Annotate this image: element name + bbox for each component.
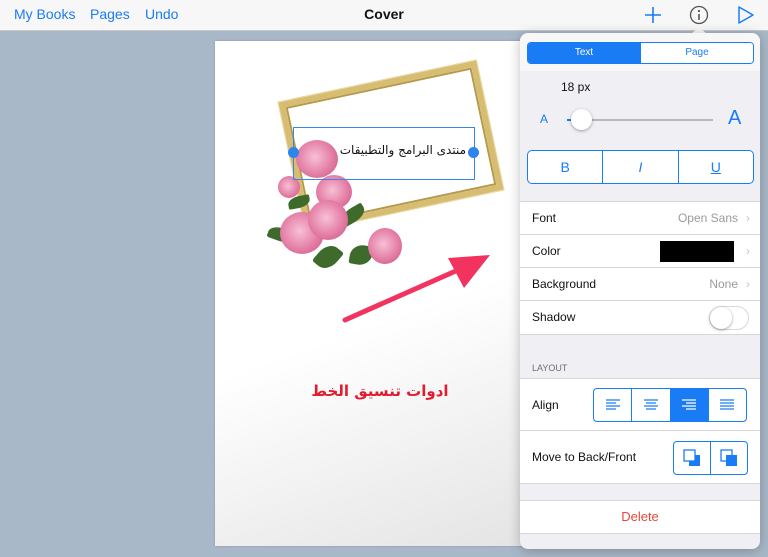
color-swatch [660, 241, 734, 262]
annotation-caption: ادوات تنسيق الخط [311, 382, 449, 400]
right-resize-handle[interactable] [468, 147, 479, 158]
font-row[interactable]: Font Open Sans › [520, 201, 760, 235]
font-value: Open Sans [677, 211, 738, 225]
text-style-segment: B I U [527, 150, 754, 184]
size-large-label: A [728, 107, 742, 129]
delete-row[interactable]: Delete [520, 500, 760, 534]
shadow-label: Shadow [532, 310, 576, 324]
move-label: Move to Back/Front [532, 450, 637, 464]
align-justify-icon [720, 399, 735, 410]
font-size-slider-thumb[interactable] [571, 109, 592, 130]
bold-button[interactable]: B [528, 151, 602, 183]
chevron-right-icon: › [746, 277, 750, 291]
font-size-value: 18 px [561, 80, 591, 94]
play-icon[interactable] [734, 4, 756, 26]
shadow-toggle[interactable] [709, 306, 749, 330]
background-label: Background [532, 277, 597, 291]
add-icon[interactable] [642, 4, 664, 26]
tab-page[interactable]: Page [640, 43, 753, 63]
pointer-arrow-icon [342, 255, 490, 323]
background-row[interactable]: Background None › [520, 267, 760, 301]
selected-text[interactable]: منتدى البرامج والتطبيقات [296, 143, 466, 157]
align-center-icon [643, 399, 658, 410]
bring-to-front-icon [720, 449, 737, 466]
inspector-tabs: Text Page [527, 42, 754, 64]
align-segment [593, 388, 747, 422]
align-label: Align [532, 398, 559, 412]
top-toolbar: My Books Pages Undo Cover [0, 0, 768, 31]
underline-button[interactable]: U [677, 151, 753, 183]
layout-section-header: LAYOUT [532, 363, 568, 373]
chevron-right-icon: › [746, 211, 750, 225]
color-row[interactable]: Color › [520, 234, 760, 268]
font-size-slider-row: A A [520, 103, 760, 135]
info-icon[interactable] [688, 4, 710, 26]
move-segment [673, 441, 748, 475]
delete-button[interactable]: Delete [520, 509, 760, 524]
align-center-button[interactable] [631, 389, 669, 421]
align-left-button[interactable] [594, 389, 631, 421]
send-to-back-icon [683, 449, 700, 466]
text-inspector-popover: Text Page 18 px A A B I U Font Open Sans… [520, 33, 760, 549]
tab-text[interactable]: Text [528, 43, 640, 63]
move-to-front-button[interactable] [710, 442, 747, 474]
font-label: Font [532, 211, 557, 225]
shadow-row: Shadow [520, 300, 760, 335]
chevron-right-icon: › [746, 244, 750, 258]
align-justify-button[interactable] [707, 389, 746, 421]
italic-button[interactable]: I [602, 151, 677, 183]
color-label: Color [532, 244, 561, 258]
background-value: None [709, 277, 738, 291]
font-size-row: 18 px [520, 71, 760, 103]
size-small-label: A [540, 112, 549, 126]
align-left-icon [605, 399, 620, 410]
align-right-button[interactable] [669, 389, 708, 421]
align-right-icon [682, 399, 697, 410]
move-to-back-button[interactable] [674, 442, 710, 474]
